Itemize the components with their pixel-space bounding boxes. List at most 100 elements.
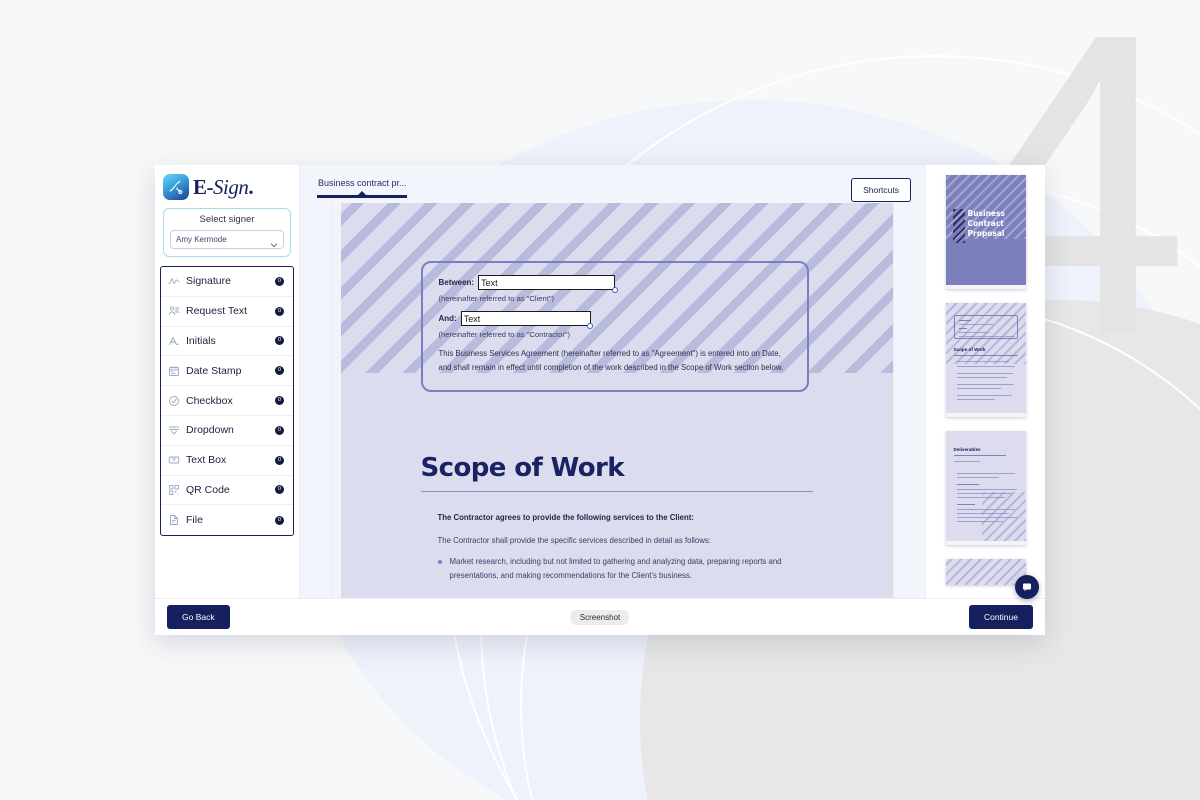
dropdown-icon: [168, 424, 180, 436]
scope-bullet-list: Market research, including but not limit…: [437, 555, 813, 595]
thumbnail-page-2[interactable]: Scope of Work: [945, 303, 1026, 417]
viewer-toolbar: Business contract pr... Shortcuts: [300, 165, 925, 203]
file-icon: [168, 514, 180, 526]
sidebar-item-dropdown[interactable]: Dropdown 0: [161, 416, 293, 446]
thumbnail-cover-bars: [952, 209, 965, 243]
page-thumbnail-panel[interactable]: Business Contract Proposal Scope of Work: [925, 165, 1045, 598]
sidebar-item-checkbox[interactable]: Checkbox 0: [161, 386, 293, 416]
sidebar-item-label: File: [186, 514, 203, 527]
signature-pen-icon: [163, 174, 189, 200]
field-count-badge: 0: [275, 455, 284, 465]
and-note: (hereinafter referred to as "Contractor"…: [438, 330, 571, 339]
resize-handle-icon[interactable]: [611, 286, 618, 293]
field-count-badge: 0: [275, 276, 284, 286]
field-count-badge: 0: [275, 306, 284, 316]
document-scroll-area[interactable]: Between: Text (hereinafter referred to a…: [300, 203, 925, 598]
sidebar-item-file[interactable]: File 0: [161, 505, 293, 535]
continue-button[interactable]: Continue: [968, 605, 1033, 629]
agreement-body-text: This Business Services Agreement (herein…: [438, 349, 784, 373]
app-body: E‑Sign. Select signer Amy Kermode Signat…: [155, 165, 1045, 598]
sidebar-item-label: Initials: [186, 334, 216, 347]
sidebar-item-signature[interactable]: Signature 0: [161, 267, 293, 297]
signer-selector: Select signer Amy Kermode: [163, 208, 291, 257]
signer-selected-value: Amy Kermode: [176, 235, 227, 244]
thumbnail-page-1-canvas: Business Contract Proposal: [945, 175, 1026, 285]
scope-lead-text: The Contractor agrees to provide the fol…: [437, 513, 694, 522]
chevron-down-icon: [270, 236, 278, 247]
page-left-margin: [332, 203, 341, 598]
resize-handle-icon[interactable]: [587, 322, 594, 329]
sidebar-item-text-box[interactable]: Text Box 0: [161, 446, 293, 476]
between-text-field[interactable]: Text: [478, 275, 618, 293]
brand-name: E‑Sign.: [193, 174, 254, 199]
signer-dropdown[interactable]: Amy Kermode: [170, 230, 284, 249]
thumbnail-field-card: [953, 315, 1018, 339]
and-label: And:: [438, 314, 457, 323]
sidebar-item-date-stamp[interactable]: Date Stamp 0: [161, 356, 293, 387]
check-circle-icon: [168, 395, 180, 407]
field-count-badge: 0: [275, 425, 284, 435]
sidebar-item-label: Date Stamp: [186, 364, 242, 377]
between-note: (hereinafter referred to as "Client"): [438, 294, 555, 303]
field-count-badge: 0: [275, 336, 284, 346]
list-item: Market research, including but not limit…: [437, 555, 813, 584]
field-count-badge: 0: [275, 366, 284, 376]
initials-icon: [168, 335, 180, 347]
field-tools-list: Signature 0 Request Text 0 Initials 0 Da…: [160, 266, 294, 537]
signer-label: Select signer: [199, 214, 255, 225]
thumbnail-footer: [945, 541, 1026, 545]
thumbnail-page-3-canvas: Deliverables: [945, 431, 1026, 541]
signature-icon: [168, 275, 180, 287]
document-viewer: Business contract pr... Shortcuts Betwee…: [300, 165, 925, 598]
thumbnail-page-3-title: Deliverables: [953, 447, 981, 452]
thumbnail-footer: [945, 413, 1026, 417]
scope-sub-text: The Contractor shall provide the specifi…: [437, 536, 711, 545]
esign-app-window: E‑Sign. Select signer Amy Kermode Signat…: [155, 165, 1045, 635]
between-line: Between: Text: [438, 275, 791, 293]
sidebar-item-label: Signature: [186, 275, 231, 288]
field-count-badge: 0: [275, 485, 284, 495]
and-field-value: Text: [463, 313, 481, 324]
thumbnail-page-1-title: Business Contract Proposal: [967, 209, 1005, 239]
sidebar-item-label: Checkbox: [186, 394, 233, 407]
calendar-icon: [168, 365, 180, 377]
field-count-badge: 0: [275, 396, 284, 406]
request-text-icon: [168, 305, 180, 317]
scope-of-work-heading: Scope of Work: [420, 453, 625, 483]
scope-heading-rule: [420, 491, 813, 493]
thumbnail-page-4[interactable]: [945, 559, 1026, 585]
bullet-text: Market research, including but not limit…: [449, 557, 782, 581]
thumbnail-page-4-canvas: [945, 559, 1026, 585]
document-page: Between: Text (hereinafter referred to a…: [332, 203, 893, 598]
sidebar-item-qr-code[interactable]: QR Code 0: [161, 476, 293, 506]
text-box-icon: [168, 454, 180, 466]
bullet-dot-icon: [437, 560, 442, 564]
bottom-action-bar: Go Back Screenshot Continue: [155, 598, 1045, 635]
between-field-value: Text: [481, 277, 498, 288]
chat-bubble-icon[interactable]: [1015, 575, 1039, 599]
sidebar-item-label: Request Text: [186, 305, 248, 318]
and-line: And: Text: [438, 311, 791, 329]
sidebar-item-request-text[interactable]: Request Text 0: [161, 297, 293, 327]
tab-active-indicator: [317, 195, 408, 198]
sidebar-item-label: Text Box: [186, 454, 227, 467]
thumbnail-page-2-title: Scope of Work: [953, 347, 986, 352]
thumbnail-stripes: [945, 559, 1026, 585]
and-text-field[interactable]: Text: [460, 311, 594, 329]
sidebar-item-label: Dropdown: [186, 424, 234, 437]
screenshot-tooltip: Screenshot: [570, 609, 630, 625]
sidebar-item-label: QR Code: [186, 483, 230, 496]
agreement-parties-card: Between: Text (hereinafter referred to a…: [420, 261, 809, 392]
between-label: Between:: [438, 278, 475, 287]
thumbnail-footer: [945, 285, 1026, 289]
qr-code-icon: [168, 484, 180, 496]
tab-business-contract[interactable]: Business contract pr...: [312, 178, 413, 198]
go-back-button[interactable]: Go Back: [167, 605, 230, 629]
left-sidebar: E‑Sign. Select signer Amy Kermode Signat…: [155, 165, 300, 598]
thumbnail-page-1[interactable]: Business Contract Proposal: [945, 175, 1026, 289]
thumbnail-page-2-canvas: Scope of Work: [945, 303, 1026, 413]
thumbnail-page-3[interactable]: Deliverables: [945, 431, 1026, 545]
brand-logo: E‑Sign.: [155, 165, 299, 206]
shortcuts-button[interactable]: Shortcuts: [851, 178, 911, 202]
sidebar-item-initials[interactable]: Initials 0: [161, 327, 293, 357]
